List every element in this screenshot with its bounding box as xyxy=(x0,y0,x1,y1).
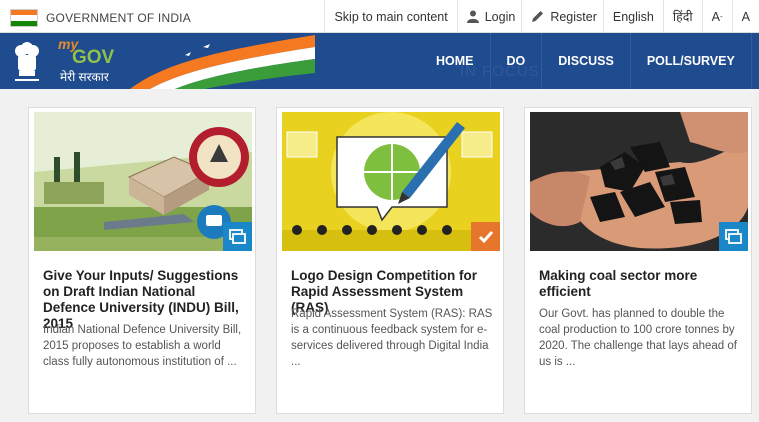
logo-hindi-text: मेरी सरकार xyxy=(60,70,109,84)
discussion-icon xyxy=(229,228,246,244)
card-image-coal xyxy=(530,112,748,251)
skip-to-main-content-link[interactable]: Skip to main content xyxy=(324,0,456,33)
nav-talk[interactable]: TA xyxy=(752,33,759,89)
card-title[interactable]: Making coal sector more efficient xyxy=(539,268,744,300)
language-english-link[interactable]: English xyxy=(602,0,663,33)
card-image-ras xyxy=(282,112,500,251)
india-flag-icon xyxy=(10,9,38,27)
user-icon xyxy=(466,10,479,23)
card-badge xyxy=(719,222,748,251)
register-link[interactable]: Register xyxy=(521,0,603,33)
nav-do[interactable]: DO xyxy=(491,33,543,89)
mygov-logo[interactable]: my GOV मेरी सरकार xyxy=(58,36,120,86)
nav-home[interactable]: HOME xyxy=(420,33,491,89)
national-emblem-icon xyxy=(15,42,39,81)
defence-illustration xyxy=(34,112,252,251)
top-utility-bar: GOVERNMENT OF INDIA Skip to main content… xyxy=(0,0,759,33)
main-header: my GOV मेरी सरकार IN FOCUS HOME DO DISCU… xyxy=(0,33,759,89)
nav-poll-survey[interactable]: POLL/SURVEY xyxy=(631,33,752,89)
main-nav: HOME DO DISCUSS POLL/SURVEY TA xyxy=(420,33,759,89)
register-label: Register xyxy=(550,9,597,24)
gov-label: GOVERNMENT OF INDIA xyxy=(46,11,191,25)
card-list: Give Your Inputs/ Suggestions on Draft I… xyxy=(28,107,752,414)
font-decrease-button[interactable]: A- xyxy=(701,0,732,33)
coal-in-hands-photo xyxy=(530,112,748,251)
tricolor-banner-graphic xyxy=(130,35,315,89)
card-coal-sector[interactable]: Making coal sector more efficient Our Go… xyxy=(524,107,752,414)
discussion-icon xyxy=(725,228,742,244)
ras-illustration xyxy=(282,112,500,251)
font-decrease-label: A xyxy=(711,9,720,24)
card-description: Rapid Assessment System (RAS): RAS is a … xyxy=(291,308,493,368)
pencil-icon xyxy=(532,11,544,22)
card-indu-bill[interactable]: Give Your Inputs/ Suggestions on Draft I… xyxy=(28,107,256,414)
card-description: Our Govt. has planned to double the coal… xyxy=(539,308,737,368)
card-image-defence xyxy=(34,112,252,251)
login-label: Login xyxy=(484,9,516,24)
language-hindi-link[interactable]: हिंदी xyxy=(662,0,702,33)
nav-discuss[interactable]: DISCUSS xyxy=(542,33,631,89)
font-normal-button[interactable]: A xyxy=(731,0,759,33)
login-link[interactable]: Login xyxy=(456,0,522,33)
card-description: Indian National Defence University Bill,… xyxy=(43,324,242,368)
card-badge xyxy=(223,222,252,251)
checkmark-icon xyxy=(478,230,493,243)
card-ras-logo-competition[interactable]: Logo Design Competition for Rapid Assess… xyxy=(276,107,504,414)
logo-gov-text: GOV xyxy=(72,47,115,68)
card-badge xyxy=(471,222,500,251)
government-of-india-label-group: GOVERNMENT OF INDIA xyxy=(10,9,191,27)
utility-links: Skip to main content Login Register Engl… xyxy=(324,0,759,33)
